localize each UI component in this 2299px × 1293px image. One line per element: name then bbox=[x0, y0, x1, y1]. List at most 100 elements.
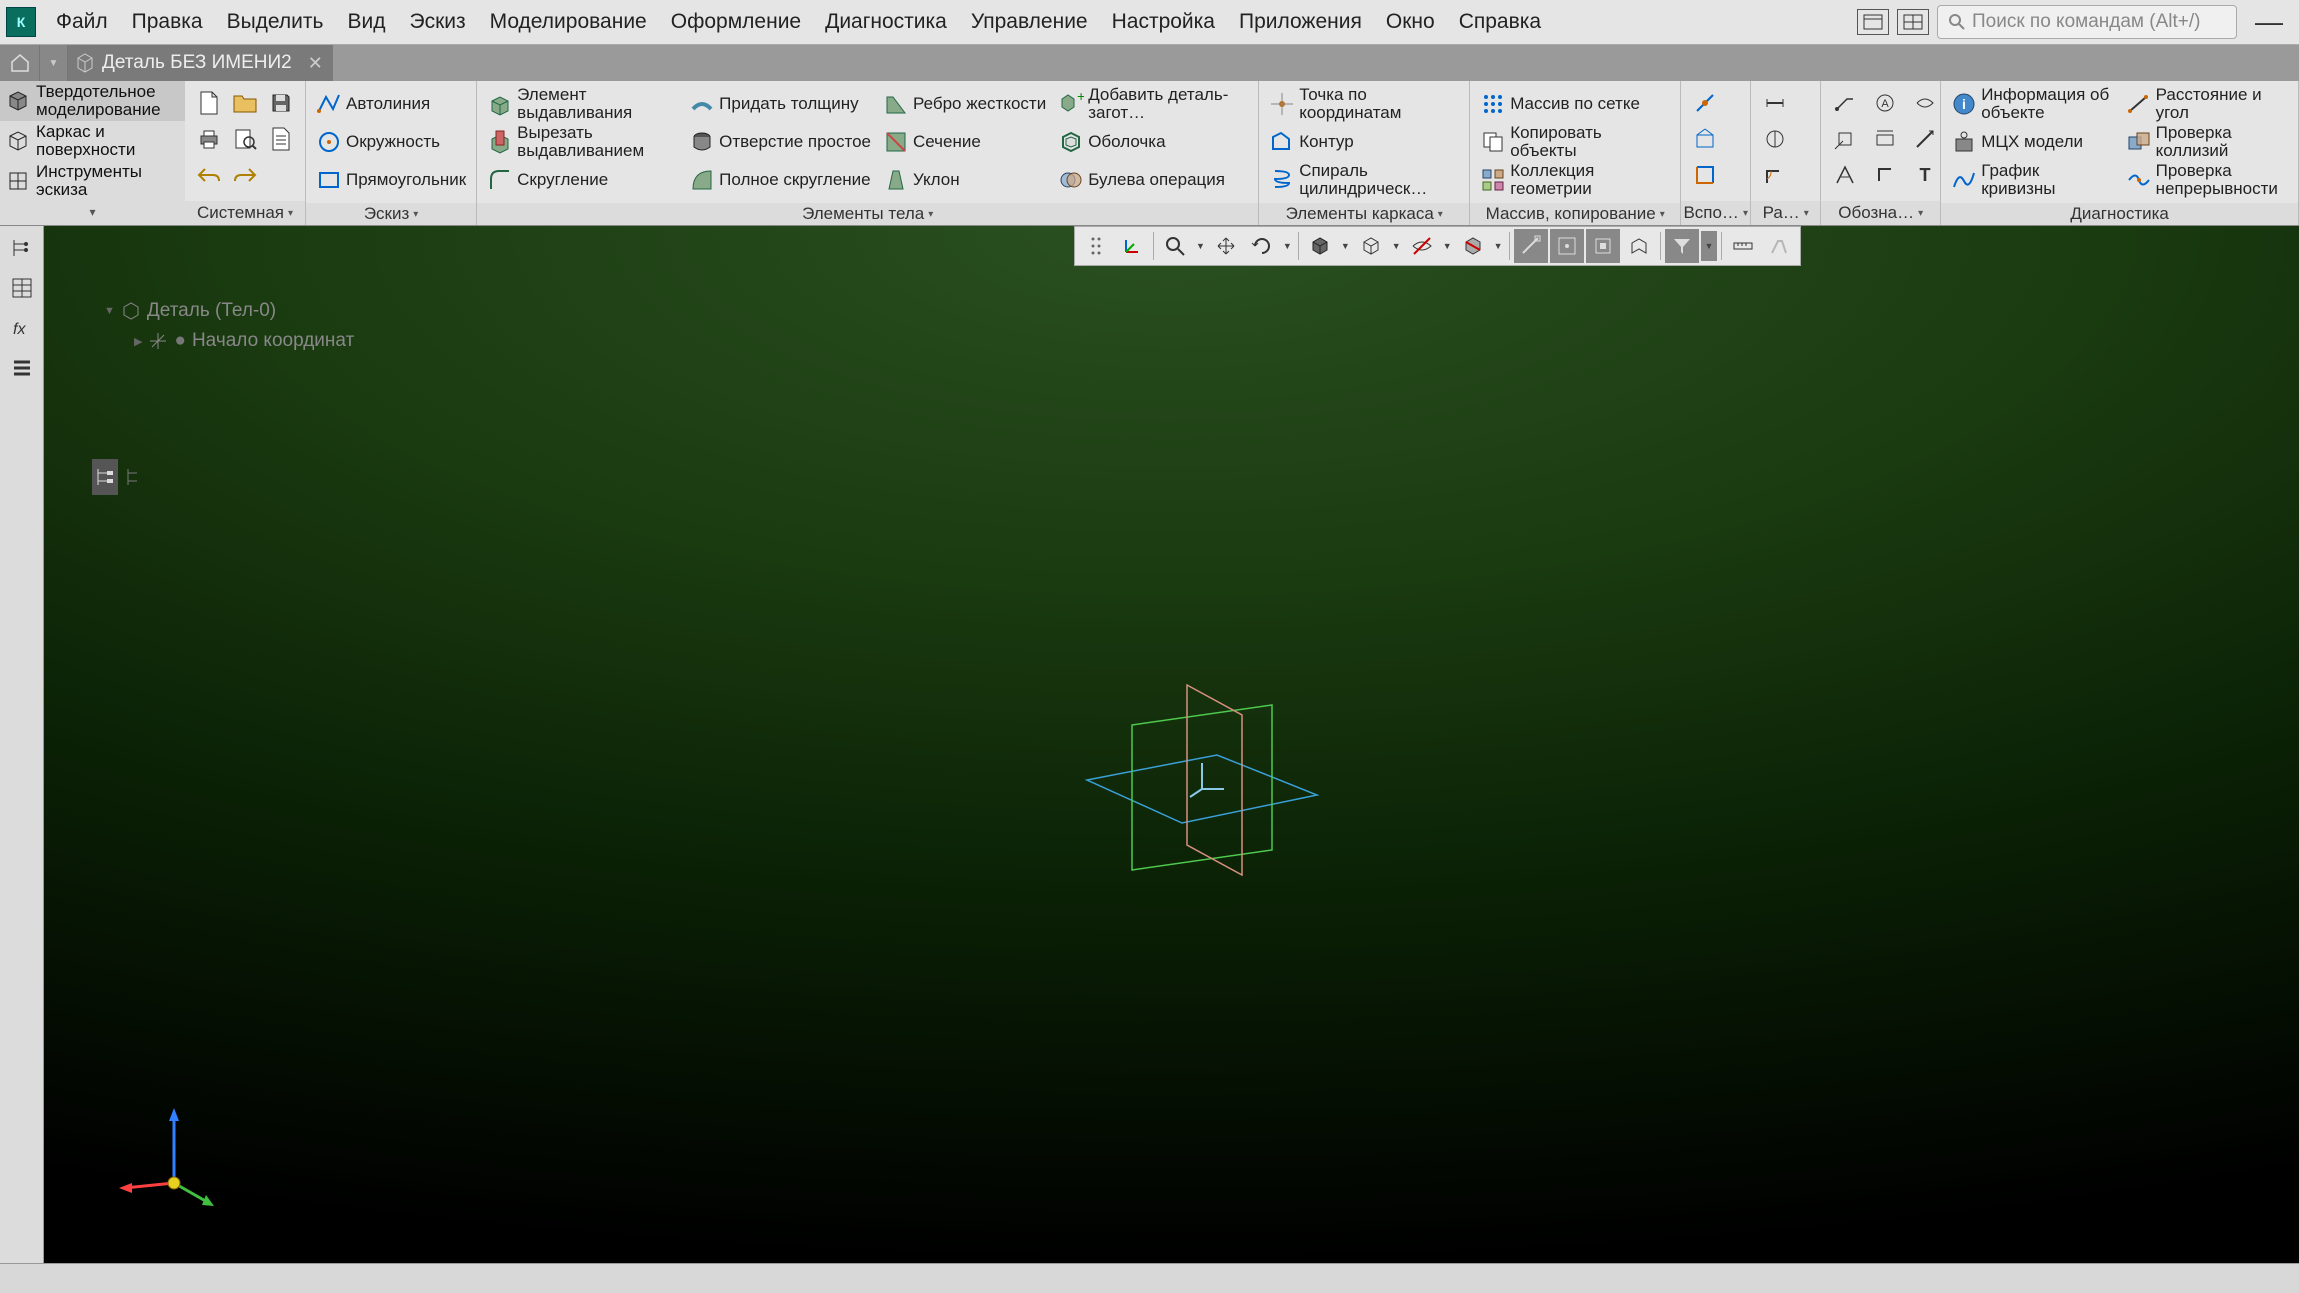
minimize-button[interactable]: — bbox=[2245, 6, 2293, 38]
tree-origin[interactable]: ▶ ● Начало координат bbox=[104, 326, 354, 356]
aux-btn-1[interactable] bbox=[1687, 85, 1723, 121]
hole-button[interactable]: Отверстие простое bbox=[685, 123, 875, 161]
command-search[interactable]: Поиск по командам (Alt+/) bbox=[1937, 5, 2237, 39]
distance-button[interactable]: Расстояние и угол bbox=[2122, 85, 2292, 123]
close-tab-icon[interactable]: ✕ bbox=[308, 53, 323, 74]
snap-mid-button[interactable] bbox=[1550, 229, 1584, 263]
desig-btn-4[interactable]: A bbox=[1867, 85, 1903, 121]
section-view-button[interactable] bbox=[1456, 229, 1490, 263]
tree-tab-build[interactable] bbox=[122, 459, 148, 495]
mode-sketch-tools[interactable]: Инструменты эскиза bbox=[0, 161, 185, 201]
continuity-button[interactable]: Проверка непрерывности bbox=[2122, 161, 2292, 199]
window-layout-icon[interactable] bbox=[1857, 9, 1889, 35]
mode-solid[interactable]: Твердотельное моделирование bbox=[0, 81, 185, 121]
viewport-3d[interactable]: ▼ Деталь (Тел-0) ▶ ● Начало координат ▼ … bbox=[44, 226, 2299, 1263]
full-fillet-button[interactable]: Полное скругление bbox=[685, 161, 875, 199]
new-file-button[interactable] bbox=[191, 85, 227, 121]
grip-icon[interactable] bbox=[1079, 229, 1113, 263]
mode-dropdown[interactable]: ▾ bbox=[0, 201, 185, 223]
measure-button[interactable] bbox=[1726, 229, 1760, 263]
rectangle-button[interactable]: Прямоугольник bbox=[312, 161, 470, 199]
collection-button[interactable]: Коллекция геометрии bbox=[1476, 161, 1674, 199]
desig-btn-1[interactable] bbox=[1827, 85, 1863, 121]
zoom-button[interactable] bbox=[1158, 229, 1192, 263]
shading-dropdown[interactable]: ▼ bbox=[1339, 241, 1352, 251]
info-button[interactable]: i Информация об объекте bbox=[1947, 85, 2117, 123]
rib-button[interactable]: Ребро жесткости bbox=[879, 85, 1050, 123]
menu-view[interactable]: Вид bbox=[335, 6, 397, 38]
filter-dropdown[interactable]: ▼ bbox=[1701, 231, 1718, 261]
point-button[interactable]: Точка по координатам bbox=[1265, 85, 1463, 123]
aux-btn-2[interactable] bbox=[1687, 121, 1723, 157]
snap-grid-button[interactable] bbox=[1622, 229, 1656, 263]
variables-button[interactable]: fx bbox=[4, 310, 40, 346]
undo-button[interactable] bbox=[191, 157, 227, 193]
rotate-button[interactable] bbox=[1245, 229, 1279, 263]
shading-button[interactable] bbox=[1303, 229, 1337, 263]
mass-button[interactable]: МЦХ модели bbox=[1947, 123, 2117, 161]
size-btn-1[interactable] bbox=[1757, 85, 1793, 121]
redo-button[interactable] bbox=[227, 157, 263, 193]
expand-icon[interactable]: ▼ bbox=[104, 305, 115, 317]
pan-button[interactable] bbox=[1209, 229, 1243, 263]
menu-edit[interactable]: Правка bbox=[120, 6, 215, 38]
fillet-button[interactable]: Скругление bbox=[483, 161, 681, 199]
home-tab[interactable] bbox=[0, 45, 40, 81]
lcs-button[interactable] bbox=[1115, 229, 1149, 263]
tree-view-button[interactable] bbox=[4, 230, 40, 266]
menu-help[interactable]: Справка bbox=[1447, 6, 1553, 38]
autoline-button[interactable]: Автолиния bbox=[312, 85, 470, 123]
section-button[interactable]: Сечение bbox=[879, 123, 1050, 161]
extrude-button[interactable]: Элемент выдавливания bbox=[483, 85, 681, 123]
home-dropdown[interactable]: ▼ bbox=[40, 45, 68, 81]
contour-button[interactable]: Контур bbox=[1265, 123, 1463, 161]
boolean-button[interactable]: Булева операция bbox=[1054, 161, 1252, 199]
menu-settings[interactable]: Настройка bbox=[1100, 6, 1227, 38]
mode-wireframe[interactable]: Каркас и поверхности bbox=[0, 121, 185, 161]
desig-btn-text[interactable]: T bbox=[1907, 157, 1943, 193]
hide-dropdown[interactable]: ▼ bbox=[1441, 241, 1454, 251]
desig-btn-2[interactable] bbox=[1827, 121, 1863, 157]
tree-root[interactable]: ▼ Деталь (Тел-0) bbox=[104, 296, 354, 326]
menu-file[interactable]: Файл bbox=[44, 6, 120, 38]
highlight-button[interactable] bbox=[1762, 229, 1796, 263]
desig-btn-5[interactable] bbox=[1867, 121, 1903, 157]
window-split-icon[interactable] bbox=[1897, 9, 1929, 35]
properties-button[interactable] bbox=[263, 121, 299, 157]
menu-diagnostics[interactable]: Диагностика bbox=[813, 6, 959, 38]
axis-gizmo[interactable] bbox=[114, 1093, 234, 1213]
shell-button[interactable]: Оболочка bbox=[1054, 123, 1252, 161]
menu-sketch[interactable]: Эскиз bbox=[397, 6, 477, 38]
wireframe-view-button[interactable] bbox=[1354, 229, 1388, 263]
wireframe-dropdown[interactable]: ▼ bbox=[1390, 241, 1403, 251]
collision-button[interactable]: Проверка коллизий bbox=[2122, 123, 2292, 161]
menu-manage[interactable]: Управление bbox=[959, 6, 1100, 38]
aux-btn-3[interactable] bbox=[1687, 157, 1723, 193]
menu-modeling[interactable]: Моделирование bbox=[478, 6, 659, 38]
rotate-dropdown[interactable]: ▼ bbox=[1281, 241, 1294, 251]
preview-button[interactable] bbox=[227, 121, 263, 157]
menu-window[interactable]: Окно bbox=[1374, 6, 1447, 38]
print-button[interactable] bbox=[191, 121, 227, 157]
circle-button[interactable]: Окружность bbox=[312, 123, 470, 161]
snap-end-button[interactable] bbox=[1514, 229, 1548, 263]
filter-button[interactable] bbox=[1665, 229, 1699, 263]
desig-btn-3[interactable] bbox=[1827, 157, 1863, 193]
desig-btn-7[interactable] bbox=[1907, 85, 1943, 121]
copy-objects-button[interactable]: Копировать объекты bbox=[1476, 123, 1674, 161]
hide-button[interactable] bbox=[1405, 229, 1439, 263]
desig-btn-6[interactable] bbox=[1867, 157, 1903, 193]
spiral-button[interactable]: Спираль цилиндрическ… bbox=[1265, 161, 1463, 199]
params-button[interactable] bbox=[4, 270, 40, 306]
array-grid-button[interactable]: Массив по сетке bbox=[1476, 85, 1674, 123]
section-dropdown[interactable]: ▼ bbox=[1492, 241, 1505, 251]
menu-select[interactable]: Выделить bbox=[215, 6, 336, 38]
cut-extrude-button[interactable]: Вырезать выдавливанием bbox=[483, 123, 681, 161]
open-file-button[interactable] bbox=[227, 85, 263, 121]
add-part-button[interactable]: + Добавить деталь-загот… bbox=[1054, 85, 1252, 123]
draft-button[interactable]: Уклон bbox=[879, 161, 1050, 199]
document-tab[interactable]: Деталь БЕЗ ИМЕНИ2 ✕ bbox=[68, 45, 333, 81]
tree-tab-structure[interactable] bbox=[92, 459, 118, 495]
menu-design[interactable]: Оформление bbox=[659, 6, 813, 38]
layers-button[interactable] bbox=[4, 350, 40, 386]
